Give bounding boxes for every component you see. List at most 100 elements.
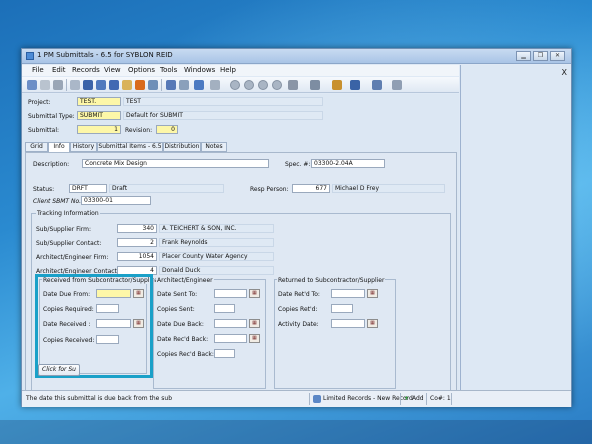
app-icon <box>26 52 34 60</box>
highlight-box <box>35 274 153 378</box>
tab-submittal-items[interactable]: Submittal Items - 6.5 <box>97 142 163 152</box>
click-for-su-button[interactable]: Click for Su <box>38 364 80 376</box>
approve-icon[interactable] <box>210 80 220 90</box>
submittal-input[interactable]: 1 <box>77 125 121 134</box>
restore-button[interactable]: ❐ <box>533 51 548 61</box>
date-sent-to-input[interactable] <box>214 289 247 298</box>
tracking-row-label: Sub/Supplier Firm: <box>36 226 91 233</box>
copies-retd-label: Copies Ret'd: <box>278 306 318 313</box>
close-button[interactable]: ✕ <box>550 51 565 61</box>
link-chain-icon[interactable] <box>310 80 320 90</box>
minimize-button[interactable]: ▁ <box>516 51 531 61</box>
sub-supplier-firm-input[interactable]: 340 <box>117 224 157 233</box>
resp-person-label: Resp Person: <box>250 186 289 193</box>
architect-firm-input[interactable]: 1054 <box>117 252 157 261</box>
info-panel: Description: Concrete Mix Design Spec. #… <box>25 152 457 402</box>
toolbar-separator <box>66 79 67 91</box>
status-divider <box>400 393 401 405</box>
resp-person-input[interactable]: 677 <box>292 184 330 193</box>
date-recd-back-label: Date Rec'd Back: <box>157 336 209 343</box>
open-icon[interactable] <box>96 80 106 90</box>
status-desc: Draft <box>109 184 224 193</box>
add-status[interactable]: Add <box>412 395 424 402</box>
resp-person-name: Michael D Frey <box>332 184 445 193</box>
submittal-type-input[interactable]: SUBMIT <box>77 111 121 120</box>
people-icon[interactable] <box>332 80 342 90</box>
paste-icon[interactable] <box>135 80 145 90</box>
save-icon[interactable] <box>83 80 93 90</box>
previous-record-icon[interactable] <box>244 80 254 90</box>
search-icon[interactable] <box>288 80 298 90</box>
date-retd-to-label: Date Ret'd To: <box>278 291 320 298</box>
client-sbmt-label: Client SBMT No.: <box>33 198 84 205</box>
edit-icon[interactable] <box>27 80 37 90</box>
date-sent-to-label: Date Sent To: <box>157 291 198 298</box>
description-input[interactable]: Concrete Mix Design <box>82 159 269 168</box>
toolbar-separator <box>161 79 162 91</box>
sub-supplier-contact-name: Frank Reynolds <box>159 238 274 247</box>
menu-file[interactable]: File <box>32 66 44 74</box>
menu-windows[interactable]: Windows <box>184 66 215 74</box>
link-icon[interactable] <box>40 80 50 90</box>
find-icon[interactable] <box>148 80 158 90</box>
calendar-icon[interactable]: ▦ <box>367 319 378 328</box>
new-icon[interactable] <box>70 80 80 90</box>
copies-recd-back-input[interactable] <box>214 349 235 358</box>
spec-input[interactable]: 03300-2.04A <box>311 159 385 168</box>
print-icon[interactable] <box>53 80 63 90</box>
tracking-row-label: Sub/Supplier Contact: <box>36 240 102 247</box>
calendar-icon[interactable]: ▦ <box>249 319 260 328</box>
status-bar: The date this submittal is due back from… <box>22 390 571 407</box>
add-icon[interactable]: + <box>404 395 409 402</box>
panel-close-icon[interactable]: X <box>562 68 567 77</box>
sub-supplier-contact-input[interactable]: 2 <box>117 238 157 247</box>
tab-distribution[interactable]: Distribution <box>163 142 201 152</box>
returned-title: Returned to Subcontractor/Supplier <box>277 277 386 284</box>
menu-help[interactable]: Help <box>220 66 236 74</box>
calendar-icon[interactable]: ▦ <box>367 289 378 298</box>
menu-records[interactable]: Records <box>72 66 100 74</box>
project-input[interactable]: TEST. <box>77 97 121 106</box>
date-due-back-input[interactable] <box>214 319 247 328</box>
menu-view[interactable]: View <box>104 66 121 74</box>
tracking-row-label: Architect/Engineer Firm: <box>36 254 109 261</box>
tab-notes[interactable]: Notes <box>201 142 227 152</box>
notes-icon[interactable] <box>350 80 360 90</box>
last-record-icon[interactable] <box>272 80 282 90</box>
calendar-icon[interactable]: ▦ <box>249 289 260 298</box>
attach-icon[interactable] <box>179 80 189 90</box>
send-icon[interactable] <box>194 80 204 90</box>
copies-sent-input[interactable] <box>214 304 235 313</box>
activity-date-input[interactable] <box>331 319 365 328</box>
status-divider <box>426 393 427 405</box>
copies-recd-back-label: Copies Rec'd Back: <box>157 351 214 358</box>
menu-tools[interactable]: Tools <box>160 66 177 74</box>
title-bar: 1 PM Submittals - 6.5 for SYBLON REID ▁ … <box>22 49 571 64</box>
tab-grid[interactable]: Grid <box>25 142 48 152</box>
taskbar <box>0 420 592 444</box>
next-record-icon[interactable] <box>258 80 268 90</box>
status-input[interactable]: DRFT <box>69 184 107 193</box>
tracking-title: Tracking Information <box>36 210 100 217</box>
status-divider <box>309 393 310 405</box>
copies-retd-input[interactable] <box>331 304 353 313</box>
cut-icon[interactable] <box>109 80 119 90</box>
date-recd-back-input[interactable] <box>214 334 247 343</box>
calendar-icon[interactable]: ▦ <box>249 334 260 343</box>
revision-input[interactable]: 0 <box>156 125 178 134</box>
date-due-back-label: Date Due Back: <box>157 321 204 328</box>
tools-icon[interactable] <box>392 80 402 90</box>
menu-options[interactable]: Options <box>128 66 155 74</box>
spec-label: Spec. #: <box>285 161 311 168</box>
date-retd-to-input[interactable] <box>331 289 365 298</box>
tab-history[interactable]: History <box>70 142 97 152</box>
calculator-icon[interactable] <box>166 80 176 90</box>
menu-edit[interactable]: Edit <box>52 66 66 74</box>
description-label: Description: <box>33 161 70 168</box>
toolbar <box>22 77 459 93</box>
sub-supplier-firm-name: A. TEICHERT & SON, INC. <box>159 224 274 233</box>
client-sbmt-input[interactable]: 03300-01 <box>81 196 151 205</box>
copy-icon[interactable] <box>122 80 132 90</box>
first-record-icon[interactable] <box>230 80 240 90</box>
pen-icon[interactable] <box>372 80 382 90</box>
